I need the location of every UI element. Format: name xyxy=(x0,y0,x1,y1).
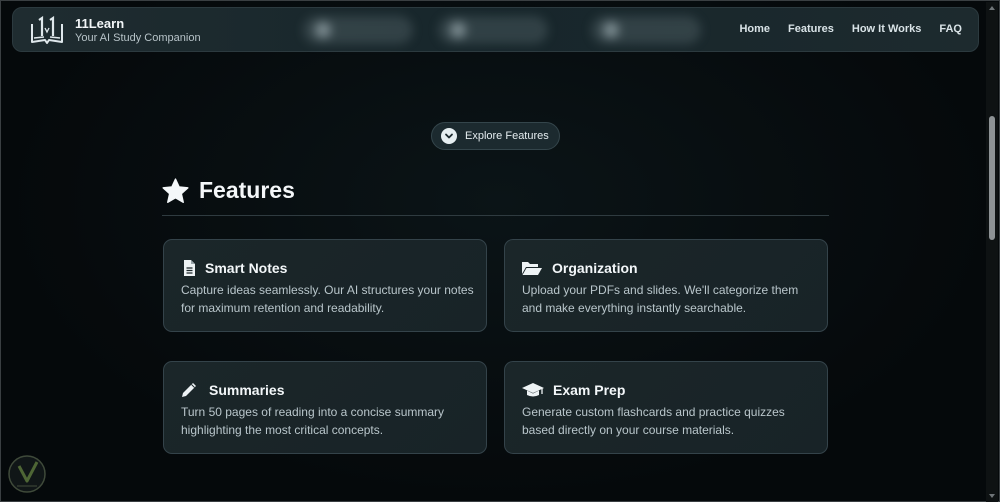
nav-link-how-it-works[interactable]: How It Works xyxy=(852,23,921,35)
graduation-cap-icon xyxy=(521,381,545,399)
top-navbar: 11Learn Your AI Study Companion Home Fea… xyxy=(12,7,979,52)
feature-card-smart-notes[interactable]: Smart Notes Capture ideas seamlessly. Ou… xyxy=(163,239,487,332)
card-title: Smart Notes xyxy=(205,260,288,276)
card-description: Generate custom flashcards and practice … xyxy=(522,405,785,437)
card-description: Upload your PDFs and slides. We'll categ… xyxy=(522,283,799,315)
chevron-down-icon xyxy=(441,128,457,144)
explore-features-button[interactable]: Explore Features xyxy=(431,122,560,150)
explore-features-label: Explore Features xyxy=(465,130,549,142)
section-divider xyxy=(162,215,829,216)
pencil-icon xyxy=(180,381,198,399)
scroll-down-arrow-icon[interactable] xyxy=(989,494,995,498)
scroll-up-arrow-icon[interactable] xyxy=(989,6,995,10)
brand-tagline: Your AI Study Companion xyxy=(75,32,201,44)
card-title: Exam Prep xyxy=(553,382,626,398)
feature-card-summaries[interactable]: Summaries Turn 50 pages of reading into … xyxy=(163,361,487,454)
card-description: Capture ideas seamlessly. Our AI structu… xyxy=(181,283,474,315)
nav-links: Home Features How It Works FAQ xyxy=(739,23,962,35)
nav-link-features[interactable]: Features xyxy=(788,23,834,35)
card-title: Organization xyxy=(552,260,638,276)
logo-icon[interactable] xyxy=(29,15,65,46)
folder-open-icon xyxy=(521,259,543,277)
card-description: Turn 50 pages of reading into a concise … xyxy=(181,405,445,437)
card-title: Summaries xyxy=(209,382,285,398)
app-window: 11Learn Your AI Study Companion Home Fea… xyxy=(0,0,1000,502)
document-icon xyxy=(180,259,198,277)
star-icon xyxy=(161,177,190,206)
nav-link-faq[interactable]: FAQ xyxy=(939,23,962,35)
blurred-nav-item xyxy=(438,16,548,44)
nav-link-home[interactable]: Home xyxy=(739,23,770,35)
shield-badge-icon xyxy=(5,453,49,499)
scrollbar-thumb[interactable] xyxy=(989,116,995,240)
blurred-nav-item xyxy=(591,16,701,44)
blurred-nav-item xyxy=(303,16,413,44)
section-title: Features xyxy=(199,177,295,203)
vertical-scrollbar[interactable] xyxy=(986,2,998,502)
brand-name[interactable]: 11Learn xyxy=(75,16,124,31)
feature-card-exam-prep[interactable]: Exam Prep Generate custom flashcards and… xyxy=(504,361,828,454)
feature-card-organization[interactable]: Organization Upload your PDFs and slides… xyxy=(504,239,828,332)
